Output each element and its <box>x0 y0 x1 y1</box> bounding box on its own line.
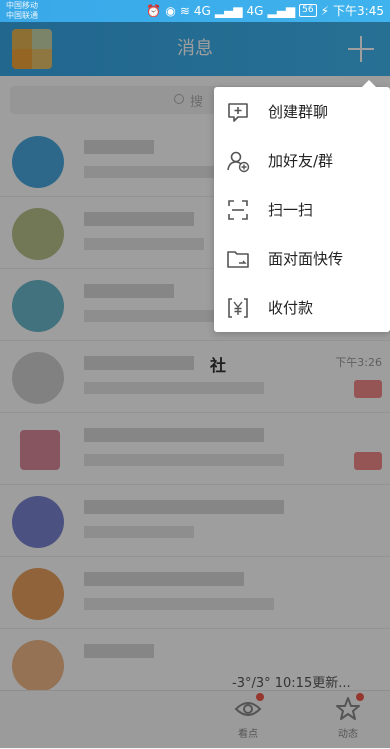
signal-1-label: 4G <box>193 3 211 18</box>
menu-item-create-group[interactable]: 创建群聊 <box>214 87 390 136</box>
alarm-icon: ⏰ <box>146 3 162 18</box>
battery-indicator: 56 <box>299 4 317 17</box>
signal-2-icon: ▂▄▆ <box>267 3 296 18</box>
menu-item-add-friend[interactable]: 加好友/群 <box>214 136 390 185</box>
status-bar: 中国移动 中国联通 ⏰ ◉ ≋ 4G ▂▄▆ 4G ▂▄▆ 56 ⚡ 下午3:4… <box>0 0 390 22</box>
status-icons: ⏰ ◉ ≋ 4G ▂▄▆ 4G ▂▄▆ 56 ⚡ 下午3:45 <box>146 2 384 19</box>
add-friend-icon <box>227 151 250 172</box>
scan-icon <box>228 199 248 220</box>
charging-icon: ⚡ <box>320 3 330 18</box>
menu-label: 收付款 <box>268 299 314 317</box>
eye-status-icon: ◉ <box>165 3 176 18</box>
signal-2-label: 4G <box>246 3 264 18</box>
menu-label: 创建群聊 <box>268 103 329 121</box>
carrier-2: 中国联通 <box>6 11 38 20</box>
menu-label: 面对面快传 <box>268 250 344 268</box>
menu-label: 扫一扫 <box>268 201 314 219</box>
wifi-icon: ≋ <box>179 3 190 18</box>
create-group-chat-icon <box>228 102 248 122</box>
plus-popup-menu: 创建群聊 加好友/群 扫一扫 面对面快传 收付款 <box>214 80 390 332</box>
menu-item-payment[interactable]: 收付款 <box>214 283 390 332</box>
menu-label: 加好友/群 <box>268 152 334 170</box>
payment-icon <box>228 297 248 318</box>
carrier-1: 中国移动 <box>6 1 38 10</box>
carrier-info: 中国移动 中国联通 <box>6 1 38 21</box>
menu-item-face-transfer[interactable]: 面对面快传 <box>214 234 390 283</box>
menu-item-scan[interactable]: 扫一扫 <box>214 185 390 234</box>
status-time: 下午3:45 <box>333 4 384 18</box>
signal-1-icon: ▂▄▆ <box>214 3 243 18</box>
folder-transfer-icon <box>227 250 249 268</box>
